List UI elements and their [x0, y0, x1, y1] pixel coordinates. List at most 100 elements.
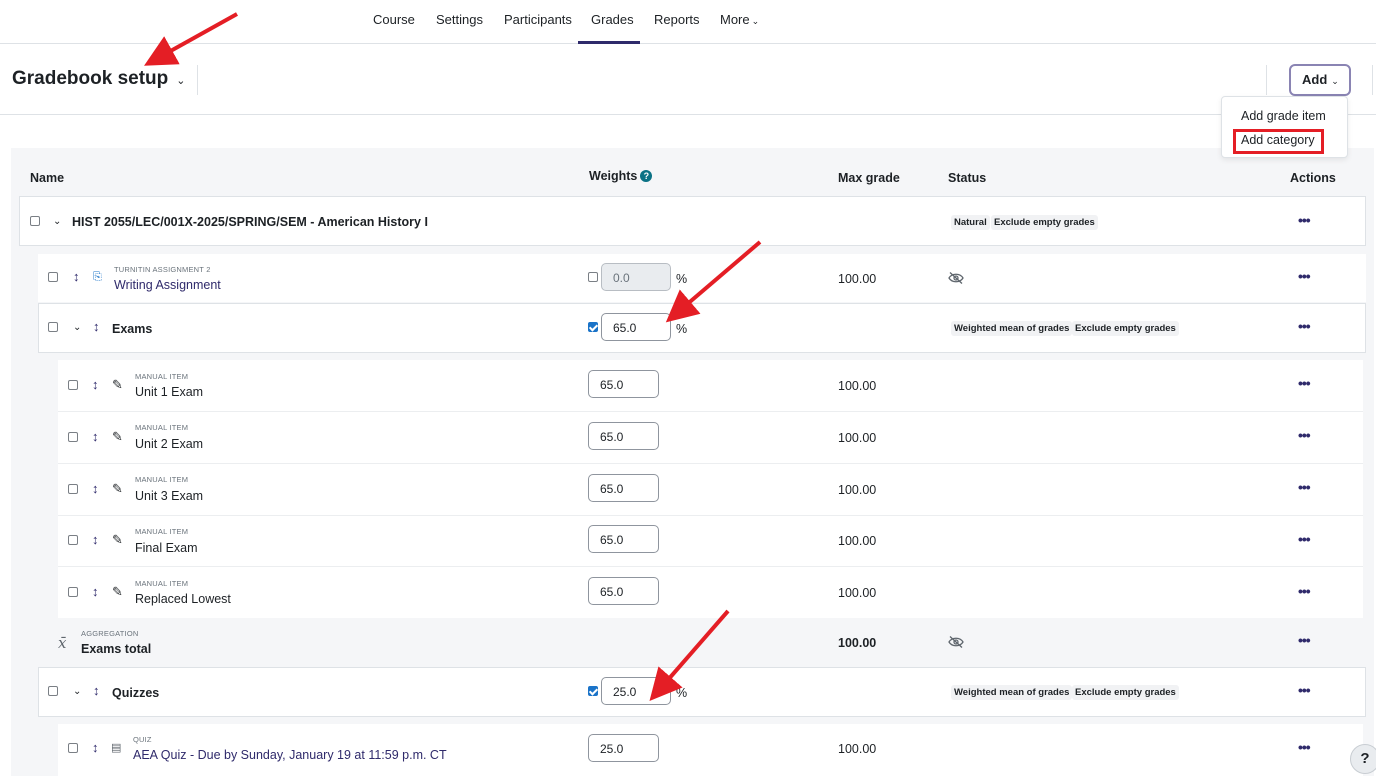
status-badge: Weighted mean of grades	[951, 685, 1073, 700]
grade-item-name[interactable]: AEA Quiz - Due by Sunday, January 19 at …	[133, 748, 447, 762]
page-header: Gradebook setup ⌄ Add ⌄	[0, 44, 1376, 115]
actions-menu-icon[interactable]: •••	[1298, 375, 1311, 391]
actions-menu-icon[interactable]: •••	[1298, 318, 1311, 334]
select-checkbox[interactable]	[30, 216, 40, 226]
manual-item-edit-icon: ✎	[112, 532, 123, 547]
chevron-down-icon: ⌄	[176, 75, 186, 87]
max-grade-value: 100.00	[838, 742, 877, 756]
column-header-status: Status	[948, 171, 987, 185]
actions-menu-icon[interactable]: •••	[1298, 583, 1311, 599]
hidden-eye-icon	[948, 272, 964, 284]
grade-item-name[interactable]: Unit 1 Exam	[135, 385, 203, 399]
move-handle-icon[interactable]: ↕	[92, 378, 99, 391]
item-type-label: AGGREGATION	[81, 629, 139, 638]
max-grade-value: 100.00	[838, 534, 877, 548]
actions-menu-icon[interactable]: •••	[1298, 632, 1311, 648]
move-handle-icon[interactable]: ↕	[73, 270, 80, 283]
item-type-label: QUIZ	[133, 735, 152, 744]
weight-override-checkbox[interactable]	[588, 686, 598, 696]
collapse-chevron-icon[interactable]: ⌄	[73, 687, 81, 697]
nav-more[interactable]: More ⌄	[720, 12, 759, 27]
select-checkbox[interactable]	[48, 686, 58, 696]
exam-items-group	[58, 360, 1363, 618]
weight-input[interactable]: 25.0	[601, 677, 671, 705]
select-checkbox[interactable]	[48, 322, 58, 332]
actions-menu-icon[interactable]: •••	[1298, 479, 1311, 495]
column-header-weights: Weights?	[589, 169, 653, 183]
quiz-icon: ▤	[111, 742, 122, 754]
nav-settings[interactable]: Settings	[436, 12, 483, 27]
move-handle-icon[interactable]: ↕	[93, 320, 100, 333]
gradebook-navigation-selector[interactable]: Gradebook setup ⌄	[12, 68, 185, 90]
course-category-name: HIST 2055/LEC/001X-2025/SPRING/SEM - Ame…	[72, 215, 428, 229]
menu-item-add-grade-item[interactable]: Add grade item	[1241, 109, 1326, 123]
actions-menu-icon[interactable]: •••	[1298, 531, 1311, 547]
grade-item-name[interactable]: Writing Assignment	[114, 278, 221, 292]
move-handle-icon[interactable]: ↕	[92, 482, 99, 495]
weight-input[interactable]: 65.0	[588, 422, 659, 450]
max-grade-value: 100.00	[838, 586, 877, 600]
actions-menu-icon[interactable]: •••	[1298, 427, 1311, 443]
percent-symbol: %	[676, 322, 688, 336]
weight-input[interactable]: 65.0	[588, 577, 659, 605]
select-checkbox[interactable]	[68, 484, 78, 494]
move-handle-icon[interactable]: ↕	[93, 684, 100, 697]
weight-override-checkbox[interactable]	[588, 272, 598, 282]
select-checkbox[interactable]	[68, 432, 78, 442]
grade-item-name[interactable]: Final Exam	[135, 541, 198, 555]
weight-input[interactable]: 25.0	[588, 734, 659, 762]
nav-participants[interactable]: Participants	[504, 12, 572, 27]
select-checkbox[interactable]	[68, 380, 78, 390]
item-type-label: MANUAL ITEM	[135, 527, 189, 536]
nav-more-label: More	[720, 12, 750, 27]
nav-course[interactable]: Course	[373, 12, 415, 27]
row-divider	[58, 515, 1363, 516]
nav-reports[interactable]: Reports	[654, 12, 700, 27]
select-checkbox[interactable]	[68, 587, 78, 597]
row-divider	[58, 463, 1363, 464]
collapse-chevron-icon[interactable]: ⌄	[73, 323, 81, 333]
actions-menu-icon[interactable]: •••	[1298, 739, 1311, 755]
help-icon[interactable]: ?	[640, 170, 653, 182]
column-header-actions: Actions	[1290, 171, 1336, 185]
grade-item-name[interactable]: Unit 3 Exam	[135, 489, 203, 503]
weight-override-checkbox[interactable]	[588, 322, 598, 332]
nav-grades[interactable]: Grades	[591, 12, 634, 27]
secondary-navigation: Course Settings Participants Grades Repo…	[0, 0, 1376, 44]
move-handle-icon[interactable]: ↕	[92, 430, 99, 443]
divider	[1266, 65, 1267, 95]
actions-menu-icon[interactable]: •••	[1298, 682, 1311, 698]
collapse-chevron-icon[interactable]: ⌄	[53, 217, 61, 227]
max-grade-value: 100.00	[838, 636, 877, 650]
percent-symbol: %	[676, 686, 688, 700]
help-button[interactable]: ?	[1350, 744, 1376, 774]
select-checkbox[interactable]	[68, 535, 78, 545]
move-handle-icon[interactable]: ↕	[92, 533, 99, 546]
weight-input[interactable]: 65.0	[588, 474, 659, 502]
move-handle-icon[interactable]: ↕	[92, 741, 99, 754]
item-type-label: MANUAL ITEM	[135, 423, 189, 432]
manual-item-edit-icon: ✎	[112, 429, 123, 444]
row-divider	[58, 411, 1363, 412]
item-type-label: TURNITIN ASSIGNMENT 2	[114, 265, 211, 274]
grade-item-name[interactable]: Unit 2 Exam	[135, 437, 203, 451]
select-checkbox[interactable]	[68, 743, 78, 753]
move-handle-icon[interactable]: ↕	[92, 585, 99, 598]
grade-item-name[interactable]: Replaced Lowest	[135, 592, 231, 606]
item-type-label: MANUAL ITEM	[135, 579, 189, 588]
weight-input[interactable]: 65.0	[588, 370, 659, 398]
menu-item-add-category[interactable]: Add category	[1241, 133, 1315, 147]
weight-input[interactable]: 65.0	[601, 313, 671, 341]
add-button[interactable]: Add ⌄	[1289, 64, 1351, 96]
select-checkbox[interactable]	[48, 272, 58, 282]
percent-symbol: %	[676, 272, 688, 286]
weight-input[interactable]: 0.0	[601, 263, 671, 291]
weight-input[interactable]: 65.0	[588, 525, 659, 553]
actions-menu-icon[interactable]: •••	[1298, 268, 1311, 284]
divider	[1372, 65, 1373, 95]
actions-menu-icon[interactable]: •••	[1298, 212, 1311, 228]
turnitin-icon: ⎘	[93, 271, 102, 283]
status-badge: Exclude empty grades	[1072, 685, 1179, 700]
aggregation-xbar-icon: x̄	[58, 634, 67, 652]
column-header-max-grade: Max grade	[838, 171, 900, 185]
